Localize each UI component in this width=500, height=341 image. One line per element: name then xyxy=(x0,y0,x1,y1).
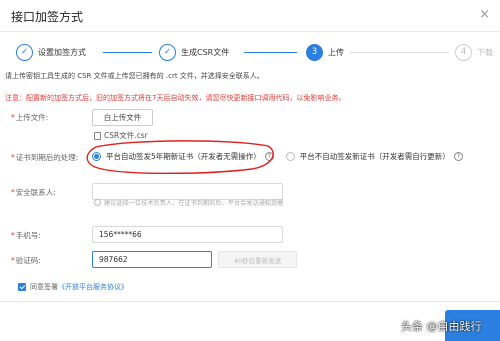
step-number: 4 xyxy=(455,43,472,61)
next-button[interactable] xyxy=(445,310,500,341)
radio-auto-renew-label[interactable]: 平台自动签发5年期新证书（开发者无需操作） xyxy=(106,151,261,162)
radio-auto-renew[interactable] xyxy=(92,151,101,161)
info-icon xyxy=(94,199,101,206)
agreement-row: 同意签署 《开放平台服务协议》 xyxy=(18,282,128,292)
step-connector xyxy=(103,51,152,53)
code-label: *验证码: xyxy=(11,256,41,265)
file-name: CSR文件.csr xyxy=(104,131,148,140)
file-icon xyxy=(94,131,101,140)
phone-label: *手机号: xyxy=(11,231,41,240)
step-label: 下载 xyxy=(477,47,493,57)
check-icon: ✓ xyxy=(159,43,176,61)
step-number: 3 xyxy=(306,43,323,61)
step-connector xyxy=(244,51,297,53)
step-label: 设置加签方式 xyxy=(38,47,86,57)
contact-hint: 建议选择一位技术负责人，在证书到期前后，平台会发送通知提醒 xyxy=(94,198,283,207)
check-icon: ✓ xyxy=(16,43,33,61)
checkbox-checked-icon[interactable] xyxy=(18,283,26,291)
renewal-label: *证书到期后的处理: xyxy=(11,153,79,162)
radio-manual-renew[interactable] xyxy=(285,151,295,161)
modal-title: 接口加签方式 xyxy=(11,10,84,24)
help-icon[interactable]: ? xyxy=(453,151,463,161)
renewal-options: 平台自动签发5年期新证书（开发者无需操作） ? 平台不自动签发新证书（开发者需自… xyxy=(92,149,463,163)
warning-notice: 注意：配置新的加签方式后，旧的加签方式将在7天后自动失效，请您尽快更新接口调用代… xyxy=(5,94,346,102)
upload-label: *上传文件: xyxy=(11,113,49,122)
verification-code-field[interactable]: 987662 xyxy=(92,251,212,268)
step-3: 3 上传 xyxy=(306,40,344,64)
footer-divider xyxy=(0,301,500,302)
step-1: ✓ 设置加签方式 xyxy=(16,40,86,64)
upload-file-button[interactable]: 白上传文件 xyxy=(92,109,153,126)
uploaded-file[interactable]: CSR文件.csr xyxy=(94,130,148,141)
agreement-link[interactable]: 《开放平台服务协议》 xyxy=(58,282,128,292)
close-icon[interactable]: × xyxy=(479,7,490,22)
step-4: 4 下载 xyxy=(455,40,493,64)
header-divider xyxy=(0,31,500,32)
agreement-text: 同意签署 xyxy=(30,283,58,291)
step-2: ✓ 生成CSR文件 xyxy=(159,40,229,64)
help-icon[interactable]: ? xyxy=(264,151,274,161)
intro-text: 请上传密钥工具生成的 CSR 文件或上传您已拥有的 .crt 文件，并选择安全联… xyxy=(5,72,264,80)
step-label: 生成CSR文件 xyxy=(181,47,230,57)
step-label: 上传 xyxy=(328,47,344,57)
progress-steps: ✓ 设置加签方式 ✓ 生成CSR文件 3 上传 4 下载 xyxy=(0,40,500,64)
contact-label: *安全联系人: xyxy=(11,188,56,197)
radio-manual-renew-label[interactable]: 平台不自动签发新证书（开发者需自行更新） xyxy=(300,151,450,162)
resend-code-button[interactable]: 40秒后重新发送 xyxy=(218,251,297,268)
phone-field[interactable]: 156*****66 xyxy=(92,226,283,243)
step-connector xyxy=(350,51,449,53)
